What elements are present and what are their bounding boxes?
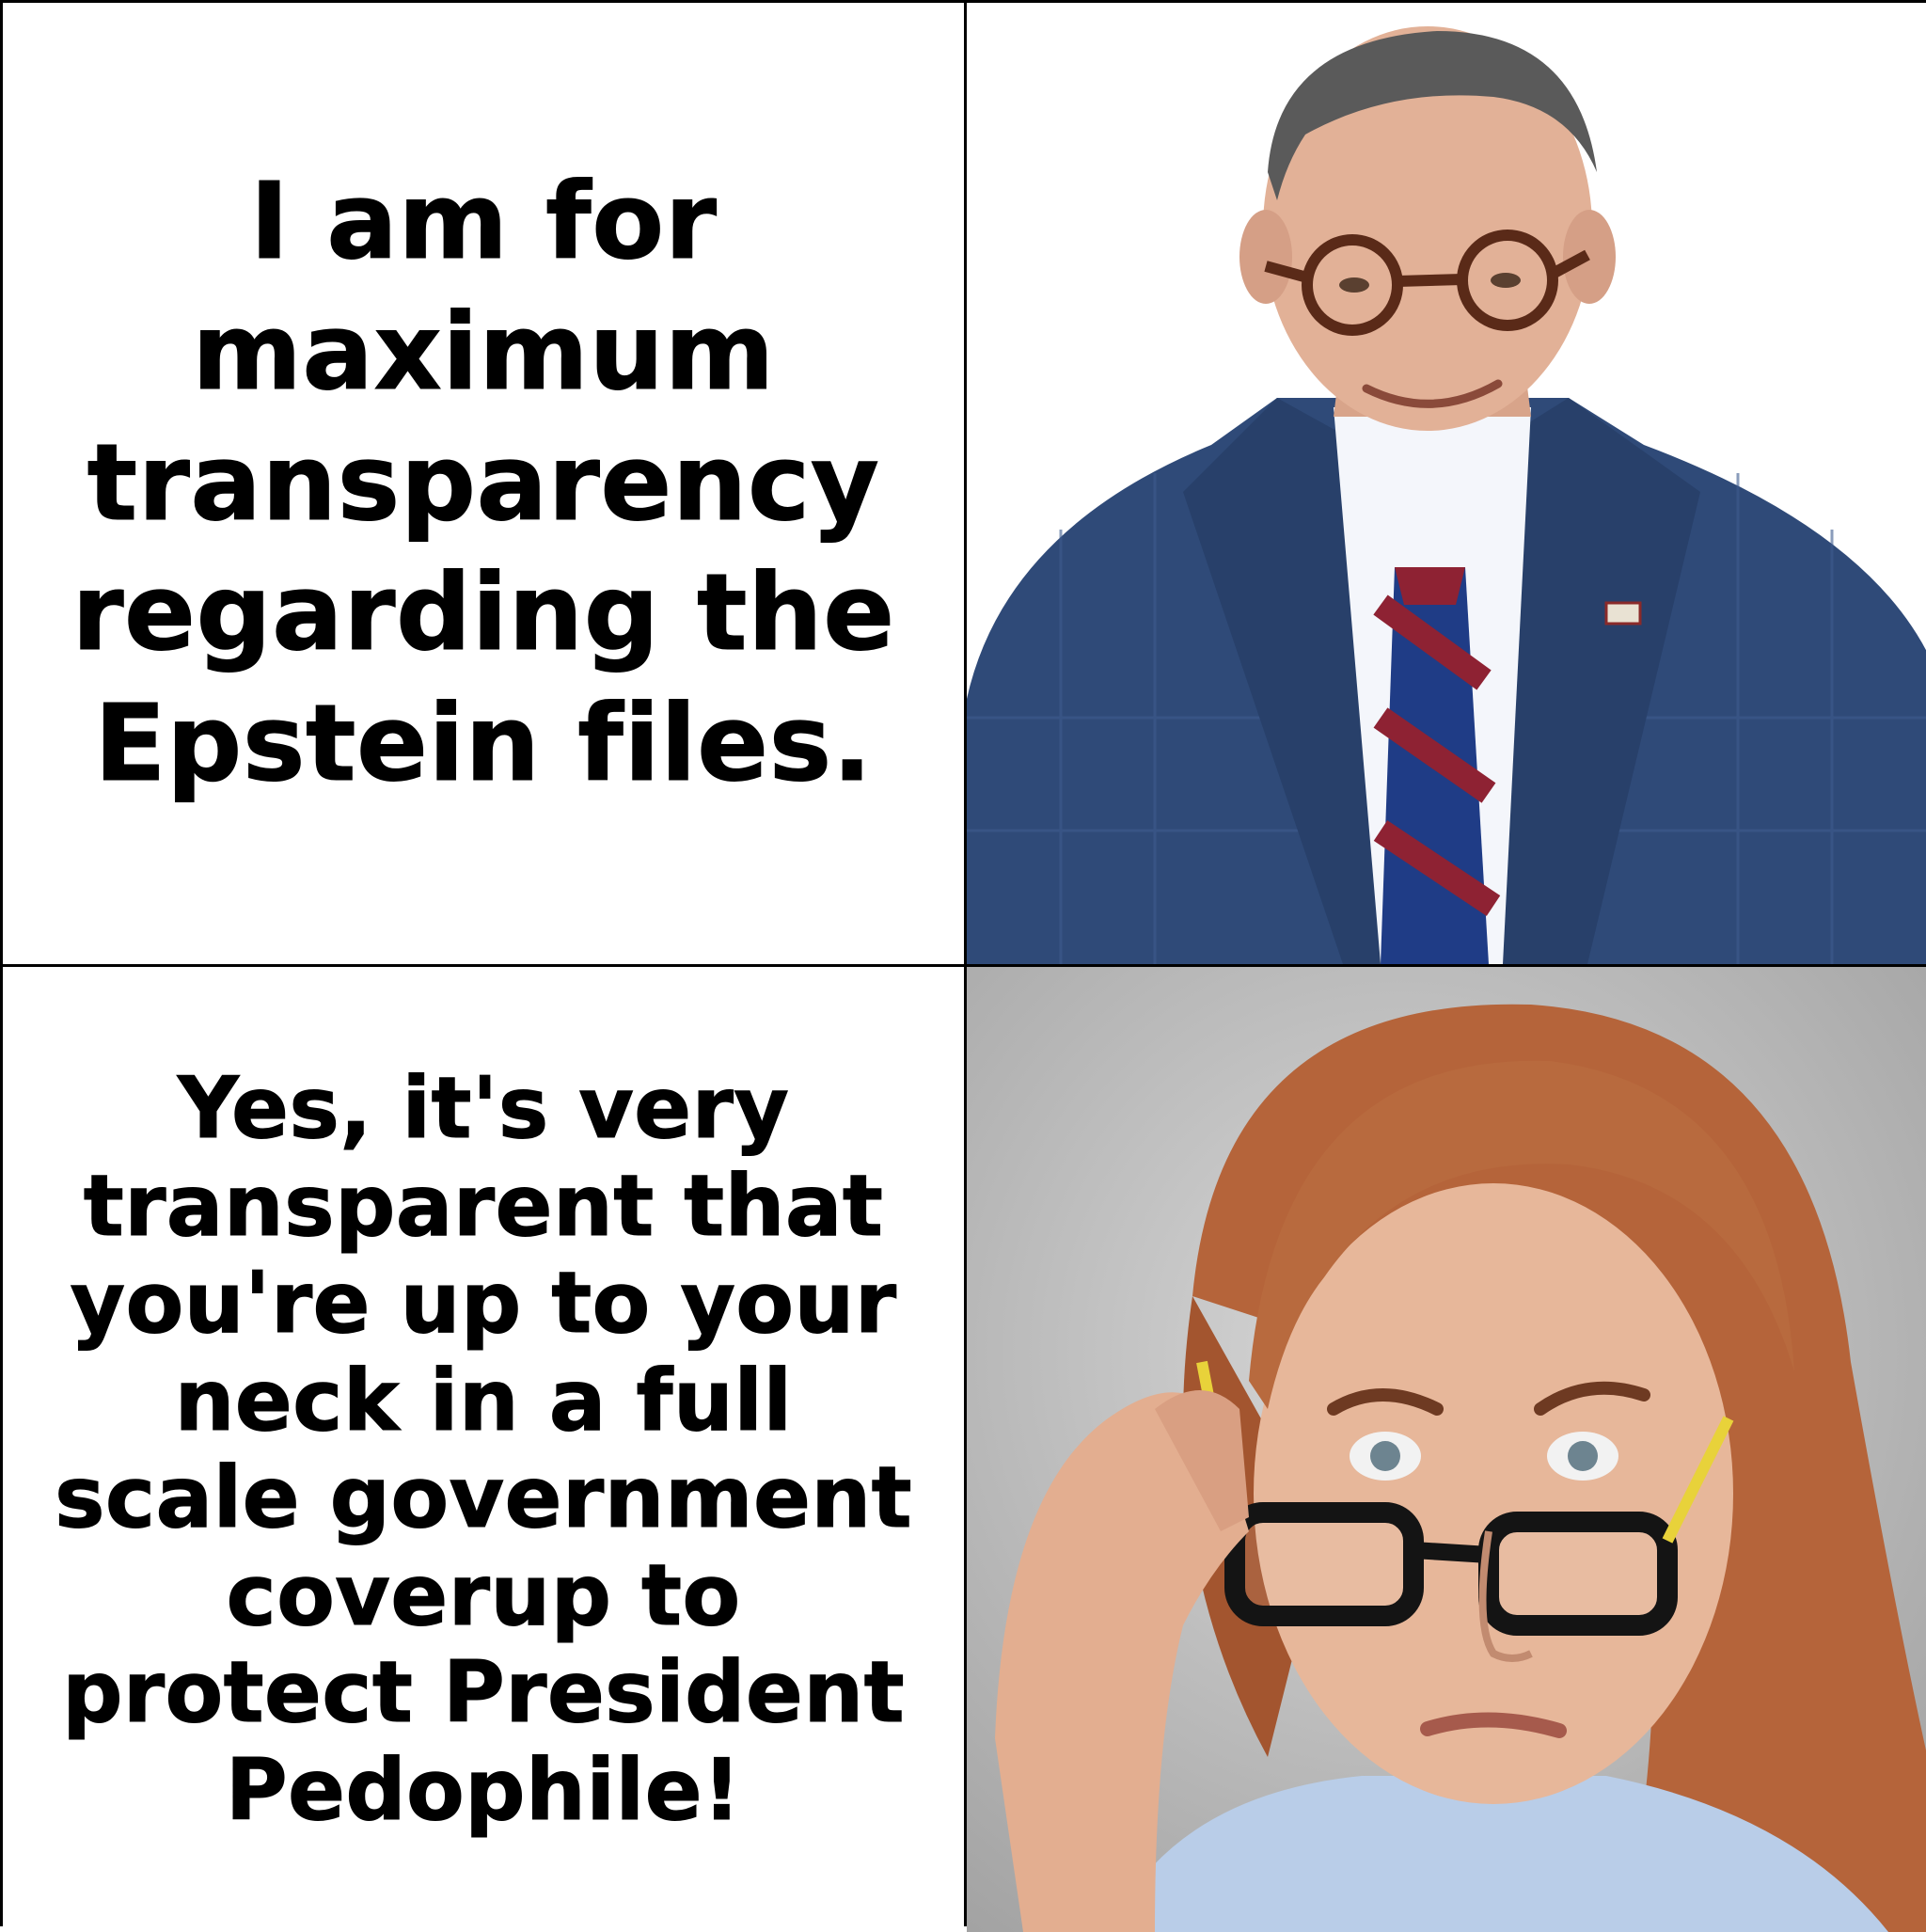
woman-lowering-glasses-photo: [967, 967, 1926, 1932]
bottom-caption: Yes, it's very transparent that you're u…: [54, 1059, 912, 1840]
top-caption: I am for maximum transparency regarding …: [71, 160, 895, 806]
bottom-text-panel: Yes, it's very transparent that you're u…: [3, 967, 964, 1932]
top-photo-panel: [967, 3, 1926, 964]
top-text-panel: I am for maximum transparency regarding …: [3, 3, 964, 964]
man-in-suit-photo: [967, 3, 1926, 964]
meme-grid: I am for maximum transparency regarding …: [0, 0, 1926, 1932]
bottom-photo-panel: [967, 967, 1926, 1932]
